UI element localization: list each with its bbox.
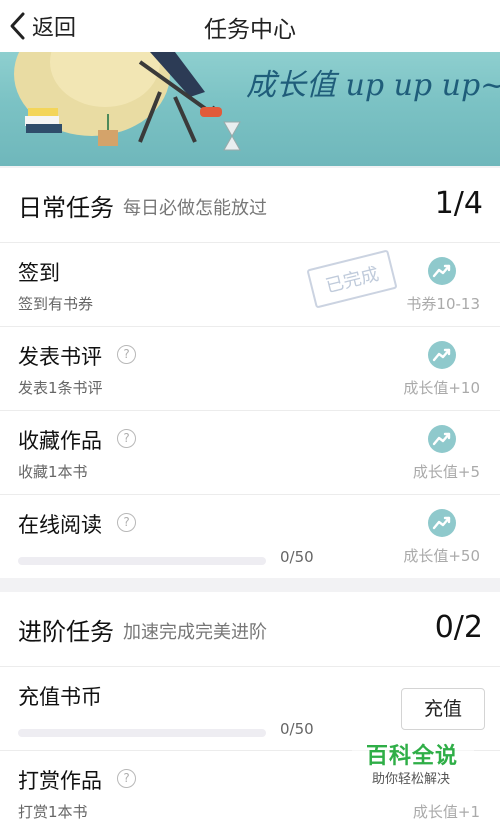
task-desc: 签到有书券	[18, 295, 94, 313]
question-circle-icon[interactable]: ?	[117, 513, 136, 532]
question-circle-icon[interactable]: ?	[117, 345, 136, 364]
recharge-progress-text: 0/50	[280, 720, 314, 738]
task-name: 在线阅读	[18, 513, 102, 537]
reading-progress-text: 0/50	[280, 548, 314, 566]
task-name: 发表书评	[18, 345, 102, 369]
trend-up-icon	[428, 509, 456, 537]
top-nav-bar: 返回 任务中心	[0, 0, 500, 52]
task-reward: 成长值+1	[412, 803, 480, 821]
reading-progress-bar	[18, 557, 266, 565]
task-row-checkin[interactable]: 签到 签到有书券 已完成 书券10-13	[0, 243, 500, 327]
trend-up-icon	[428, 425, 456, 453]
completed-stamp: 已完成	[306, 249, 398, 309]
banner-slogan: 成长值 up up up~	[246, 68, 500, 103]
trend-up-icon	[428, 341, 456, 369]
task-reward: 成长值+5	[412, 463, 480, 481]
task-name: 充值书币	[18, 685, 102, 709]
task-name: 签到	[18, 261, 60, 285]
watermark-logo: 百科全说 助你轻松解决	[352, 732, 474, 792]
watermark-sub-text: 助你轻松解决	[372, 772, 451, 787]
advanced-tasks-section: 进阶任务 加速完成完美进阶 0/2 充值书币 0/50 充值 打赏作品 ? 打赏…	[0, 592, 500, 834]
task-row-reading[interactable]: 在线阅读 ? 0/50 成长值+50	[0, 495, 500, 578]
daily-tasks-header: 日常任务 每日必做怎能放过 1/4	[0, 168, 500, 243]
advanced-tasks-title: 进阶任务	[18, 618, 114, 646]
recharge-progress-bar	[18, 729, 266, 737]
task-name: 收藏作品	[18, 429, 102, 453]
task-row-review[interactable]: 发表书评 ? 发表1条书评 成长值+10	[0, 327, 500, 411]
daily-tasks-progress: 1/4	[434, 186, 483, 221]
question-circle-icon[interactable]: ?	[117, 429, 136, 448]
task-desc: 收藏1本书	[18, 463, 88, 481]
task-row-collect[interactable]: 收藏作品 ? 收藏1本书 成长值+5	[0, 411, 500, 495]
completed-stamp-text: 已完成	[323, 263, 382, 298]
page-title: 任务中心	[204, 17, 296, 43]
task-reward: 成长值+50	[403, 547, 480, 565]
advanced-tasks-header: 进阶任务 加速完成完美进阶 0/2	[0, 592, 500, 667]
task-reward: 成长值+10	[403, 379, 480, 397]
trend-up-icon	[428, 257, 456, 285]
advanced-tasks-progress: 0/2	[434, 610, 483, 645]
watermark-main-text: 百科全说	[366, 744, 459, 769]
daily-tasks-section: 日常任务 每日必做怎能放过 1/4 签到 签到有书券 已完成 书券10-13 发…	[0, 168, 500, 578]
task-name: 打赏作品	[18, 769, 102, 793]
task-desc: 发表1条书评	[18, 379, 103, 397]
daily-tasks-subtitle: 每日必做怎能放过	[123, 198, 267, 219]
task-reward: 书券10-13	[406, 295, 480, 313]
task-desc: 打赏1本书	[18, 803, 88, 821]
recharge-button[interactable]: 充值	[401, 688, 485, 730]
question-circle-icon[interactable]: ?	[117, 769, 136, 788]
daily-tasks-title: 日常任务	[18, 194, 114, 222]
promo-banner: 成长值 up up up~	[0, 52, 500, 166]
advanced-tasks-subtitle: 加速完成完美进阶	[123, 622, 267, 643]
